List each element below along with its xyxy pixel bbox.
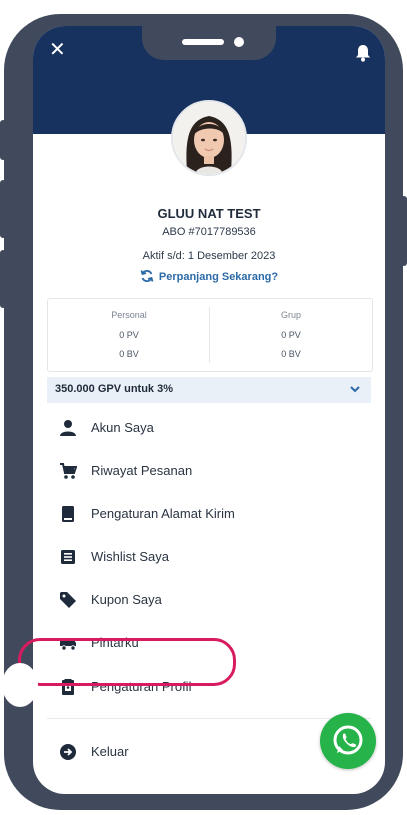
chevron-down-icon [350,386,360,393]
refresh-icon [140,270,154,282]
abo-number: ABO #7017789536 [162,226,256,238]
active-until: Aktif s/d: 1 Desember 2023 [142,250,276,262]
menu-item-label: Pengaturan Alamat Kirim [91,506,235,521]
group-pv: 0 PV [281,330,301,340]
gpv-banner[interactable]: 350.000 GPV untuk 3% [47,377,371,403]
whatsapp-button[interactable] [320,713,376,769]
menu-item-label: Riwayat Pesanan [91,463,193,478]
menu-item-akun-saya[interactable]: Akun Saya [33,410,385,446]
phone-notch [142,26,276,60]
phone-side-button [0,120,6,160]
person-icon [60,420,76,436]
phone-side-button [401,196,407,266]
group-points: Grup 0 PV 0 BV [210,299,372,371]
group-label: Grup [280,310,301,320]
menu-item-label: Wishlist Saya [91,549,170,564]
personal-bv: 0 BV [119,349,139,359]
logout-icon [60,744,76,760]
personal-pv: 0 PV [119,330,139,340]
personal-points: Personal 0 PV 0 BV [48,299,210,371]
avatar-portrait-icon [173,102,245,174]
logout-label: Keluar [91,744,129,759]
close-icon[interactable]: ✕ [49,40,66,60]
avatar[interactable] [171,100,247,176]
highlight-ring [18,638,236,686]
menu-item-kupon[interactable]: Kupon Saya [33,582,385,618]
camera-icon [234,37,244,47]
menu-item-label: Akun Saya [91,420,154,435]
gpv-banner-text: 350.000 GPV untuk 3% [55,383,173,395]
phone-side-button [0,180,6,238]
renew-label: Perpanjang Sekarang? [158,271,279,283]
cart-icon [60,463,77,479]
phone-side-button [0,250,6,308]
personal-label: Personal [111,310,147,320]
menu-item-wishlist[interactable]: Wishlist Saya [33,539,385,575]
points-summary: Personal 0 PV 0 BV Grup 0 PV 0 BV [47,298,373,372]
group-bv: 0 BV [281,349,301,359]
address-book-icon [62,506,74,522]
menu-item-riwayat-pesanan[interactable]: Riwayat Pesanan [33,453,385,489]
bell-icon[interactable] [355,44,371,62]
menu-item-alamat-kirim[interactable]: Pengaturan Alamat Kirim [33,496,385,532]
profile-name: GLUU NAT TEST [157,206,261,221]
touch-indicator [2,663,38,707]
menu-item-label: Kupon Saya [91,592,162,607]
renew-link[interactable]: Perpanjang Sekarang? [33,269,385,283]
tag-icon [60,592,76,608]
whatsapp-icon [333,725,363,755]
speaker-icon [182,39,224,45]
list-icon [61,550,75,564]
